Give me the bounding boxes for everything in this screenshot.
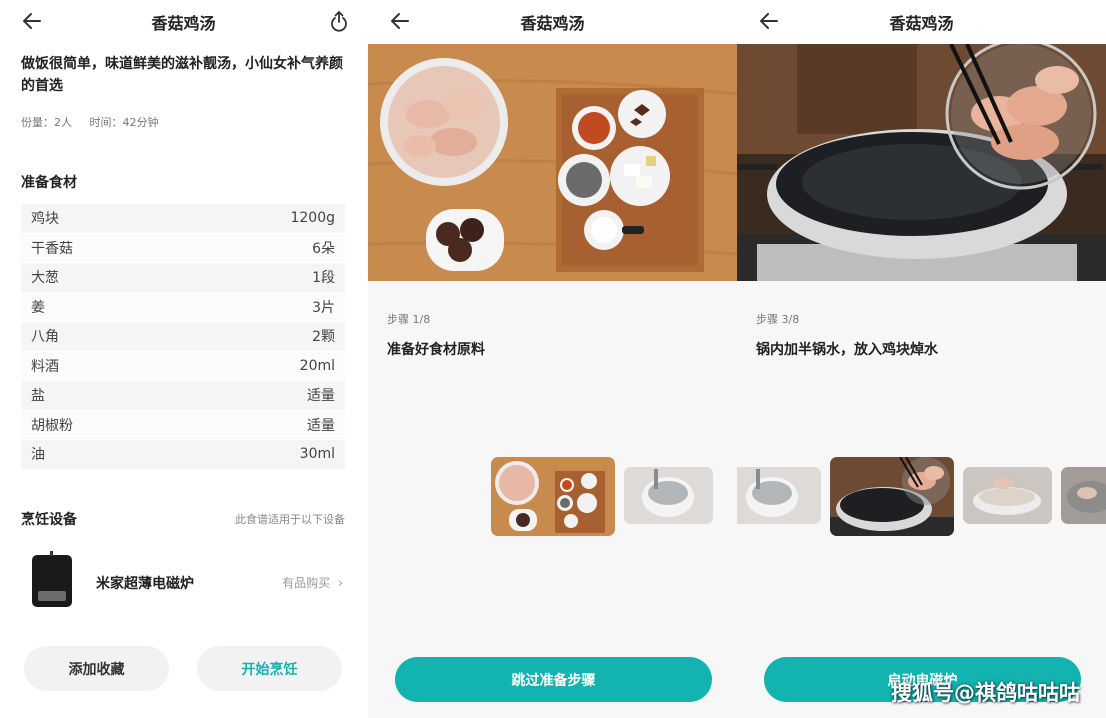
ingredients-table: 鸡块 1200g 干香菇 6朵 大葱 1段姜 3片 八角 2颗 料酒 20ml 盐适量 胡椒粉 适量油 30…	[21, 204, 345, 470]
step-1-panel: 香菇鸡汤 步骤 1/8 准备好食材原料 跳过准备步骤	[368, 0, 737, 718]
page-title: 香菇鸡汤	[889, 14, 954, 33]
arrow-left-icon	[23, 13, 41, 29]
time-text: 时间：42分钟	[89, 116, 159, 129]
ingredient-amount: 20ml	[299, 357, 335, 374]
ingredient-row: 八角 2颗	[21, 322, 345, 352]
page-title: 香菇鸡汤	[520, 14, 585, 33]
step-thumbnail-2[interactable]	[737, 467, 821, 524]
step-instruction: 锅内加半锅水，放入鸡块焯水	[756, 342, 938, 358]
ingredient-name: 料酒	[31, 358, 59, 375]
step-thumbnail-4[interactable]	[963, 467, 1052, 524]
ingredients-title: 准备食材	[21, 175, 77, 191]
step-thumbnail-5[interactable]	[1061, 467, 1106, 524]
top-bar: 香菇鸡汤	[368, 0, 737, 44]
add-favorite-button[interactable]: 添加收藏	[24, 646, 169, 691]
ingredient-amount: 3片	[312, 299, 335, 316]
devices-note: 此食谱适用于以下设备	[235, 513, 345, 526]
ingredient-name: 姜	[31, 299, 45, 316]
share-button[interactable]	[329, 10, 349, 32]
arrow-left-icon	[391, 13, 409, 29]
ingredient-name: 胡椒粉	[31, 417, 73, 434]
buy-label: 有品购买	[282, 576, 331, 590]
ingredient-row: 油 30ml	[21, 440, 345, 470]
ingredient-amount: 6朵	[312, 240, 335, 257]
ingredient-name: 鸡块	[31, 211, 59, 228]
ingredient-row: 料酒 20ml	[21, 351, 345, 381]
ingredient-name: 干香菇	[31, 240, 73, 257]
back-button[interactable]	[388, 10, 412, 32]
device-card[interactable]: 米家超薄电磁炉 有品购买 ›	[21, 550, 345, 616]
ingredient-amount: 30ml	[299, 446, 335, 463]
back-button[interactable]	[757, 10, 781, 32]
start-cooking-button[interactable]: 开始烹饪	[197, 646, 342, 691]
ingredient-name: 大葱	[31, 270, 59, 287]
recipe-overview-panel: 香菇鸡汤 做饭很简单，味道鲜美的滋补靓汤，小仙女补气养颜的首选 份量：2人 时间…	[0, 0, 367, 718]
skip-prep-button[interactable]: 跳过准备步骤	[395, 657, 712, 702]
top-bar: 香菇鸡汤	[737, 0, 1106, 44]
page-title: 香菇鸡汤	[151, 14, 216, 33]
ingredient-amount: 1200g	[290, 210, 335, 227]
ingredient-amount: 适量	[307, 388, 335, 405]
ingredient-name: 油	[31, 447, 45, 464]
device-name: 米家超薄电磁炉	[96, 576, 194, 592]
share-icon	[331, 11, 347, 32]
induction-cooker-image	[32, 551, 72, 607]
step-thumbnail-1[interactable]	[491, 457, 615, 536]
recipe-headline: 做饭很简单，味道鲜美的滋补靓汤，小仙女补气养颜的首选	[21, 56, 343, 94]
ingredient-name: 盐	[31, 388, 45, 405]
ingredient-name: 八角	[31, 329, 59, 346]
step-3-panel: 香菇鸡汤 步骤 3/8 锅内加半锅水，放入鸡块焯水 启动电磁炉 搜狐号@祺鸽咕咕…	[737, 0, 1106, 718]
devices-title: 烹饪设备	[21, 512, 77, 528]
ingredient-amount: 适量	[307, 417, 335, 434]
ingredient-amount: 1段	[312, 270, 335, 287]
step-thumbnail-3[interactable]	[830, 457, 954, 536]
ingredient-row: 大葱 1段	[21, 263, 345, 293]
ingredient-amount: 2颗	[312, 329, 335, 346]
back-button[interactable]	[20, 10, 44, 32]
recipe-meta: 份量：2人 时间：42分钟	[21, 114, 173, 130]
step-thumbnail-2[interactable]	[624, 467, 713, 524]
ingredient-row: 姜 3片	[21, 292, 345, 322]
step-1-photo	[368, 44, 737, 281]
start-induction-button[interactable]: 启动电磁炉	[764, 657, 1081, 702]
step-3-photo	[737, 44, 1106, 281]
servings-text: 份量：2人	[21, 116, 72, 129]
step-counter: 步骤 1/8	[387, 313, 431, 326]
buy-link[interactable]: 有品购买 ›	[282, 574, 343, 591]
ingredient-row: 鸡块 1200g	[21, 204, 345, 234]
ingredient-row: 干香菇 6朵	[21, 233, 345, 263]
step-instruction: 准备好食材原料	[387, 342, 485, 358]
ingredient-row: 盐 适量	[21, 381, 345, 411]
chevron-right-icon: ›	[338, 576, 343, 590]
top-bar: 香菇鸡汤	[0, 0, 367, 44]
ingredient-row: 胡椒粉 适量	[21, 410, 345, 440]
step-counter: 步骤 3/8	[756, 313, 800, 326]
arrow-left-icon	[760, 13, 778, 29]
